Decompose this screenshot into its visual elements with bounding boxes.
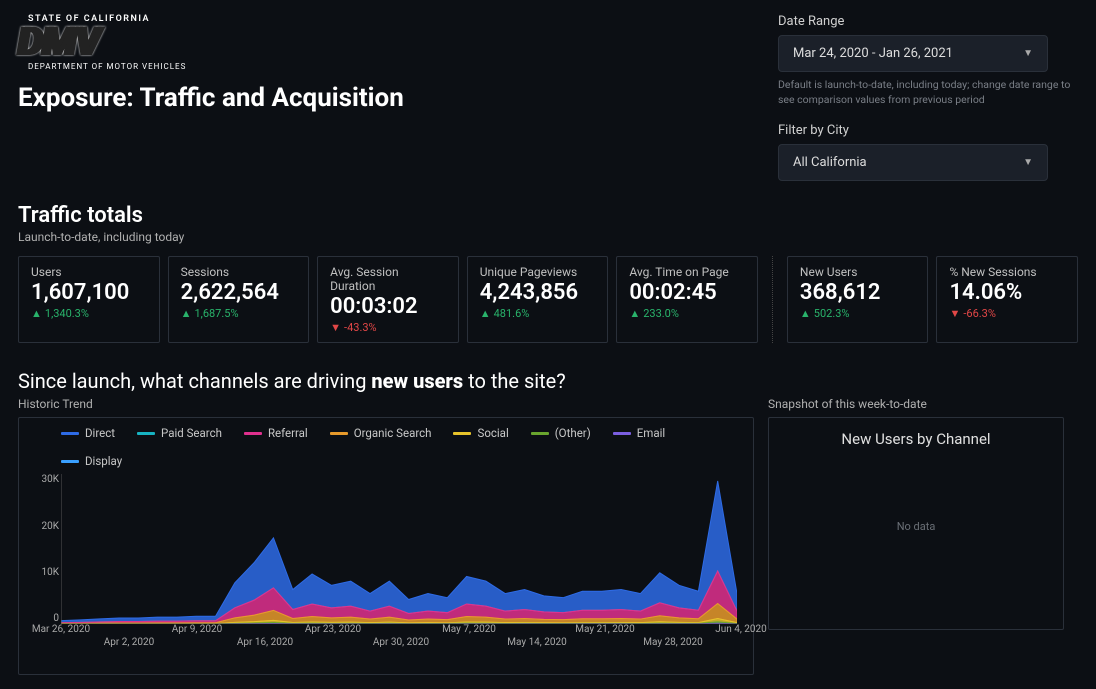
kpi-card: Users 1,607,100 ▲1,340.3%: [18, 256, 160, 343]
legend-swatch: [244, 432, 262, 435]
legend-item[interactable]: (Other): [531, 426, 591, 440]
legend-label: Referral: [268, 426, 308, 440]
snapshot-no-data: No data: [781, 448, 1051, 605]
legend-label: Email: [637, 426, 665, 440]
date-range-value: Mar 24, 2020 - Jan 26, 2021: [793, 46, 953, 61]
arrow-up-icon: ▲: [480, 307, 491, 320]
kpi-separator: [772, 256, 773, 343]
kpi-row: Users 1,607,100 ▲1,340.3% Sessions 2,622…: [18, 256, 1078, 343]
kpi-delta: ▲1,340.3%: [31, 307, 147, 320]
kpi-label: Users: [31, 265, 147, 279]
caret-down-icon: ▼: [1023, 48, 1033, 59]
kpi-label: Sessions: [181, 265, 297, 279]
traffic-totals-sub: Launch-to-date, including today: [18, 230, 1078, 244]
snapshot-panel: New Users by Channel No data: [768, 417, 1064, 630]
kpi-label: % New Sessions: [949, 265, 1065, 279]
kpi-card: % New Sessions 14.06% ▼-66.3%: [936, 256, 1078, 343]
legend-swatch: [61, 460, 79, 463]
page-title: Exposure: Traffic and Acquisition: [18, 83, 404, 113]
legend-item[interactable]: Referral: [244, 426, 308, 440]
filter-city-label: Filter by City: [778, 123, 1078, 138]
arrow-up-icon: ▲: [31, 307, 42, 320]
kpi-card: Sessions 2,622,564 ▲1,687.5%: [168, 256, 310, 343]
kpi-card: Unique Pageviews 4,243,856 ▲481.6%: [467, 256, 609, 343]
snapshot-title: New Users by Channel: [781, 430, 1051, 448]
legend-swatch: [531, 432, 549, 435]
filter-city-select[interactable]: All California ▼: [778, 144, 1048, 181]
legend-swatch: [613, 432, 631, 435]
kpi-label: Avg. Session Duration: [330, 265, 446, 293]
kpi-delta: ▲1,687.5%: [181, 307, 297, 320]
date-range-select[interactable]: Mar 24, 2020 - Jan 26, 2021 ▼: [778, 35, 1048, 72]
legend-label: (Other): [555, 426, 591, 440]
kpi-delta: ▲502.3%: [800, 307, 916, 320]
kpi-card: Avg. Time on Page 00:02:45 ▲233.0%: [616, 256, 758, 343]
logo: STATE OF CALIFORNIA DMV DEPARTMENT OF MO…: [18, 14, 404, 71]
arrow-down-icon: ▼: [949, 307, 960, 320]
caret-down-icon: ▼: [1023, 157, 1033, 168]
snapshot-label: Snapshot of this week-to-date: [768, 397, 1078, 411]
kpi-card: New Users 368,612 ▲502.3%: [787, 256, 929, 343]
kpi-card: Avg. Session Duration 00:03:02 ▼-43.3%: [317, 256, 459, 343]
kpi-value: 368,612: [800, 280, 916, 305]
kpi-delta: ▼-43.3%: [330, 321, 446, 334]
kpi-delta: ▲233.0%: [629, 307, 745, 320]
kpi-label: Avg. Time on Page: [629, 265, 745, 279]
legend-label: Paid Search: [161, 426, 222, 440]
date-range-hint: Default is launch-to-date, including tod…: [778, 78, 1078, 107]
legend-swatch: [137, 432, 155, 435]
legend-label: Direct: [85, 426, 115, 440]
kpi-value: 14.06%: [949, 280, 1065, 305]
kpi-label: New Users: [800, 265, 916, 279]
legend-label: Organic Search: [354, 426, 432, 440]
kpi-value: 1,607,100: [31, 280, 147, 305]
legend-swatch: [61, 432, 79, 435]
legend-item[interactable]: Direct: [61, 426, 115, 440]
date-range-label: Date Range: [778, 14, 1078, 29]
logo-main: DMV: [18, 24, 100, 60]
arrow-up-icon: ▲: [629, 307, 640, 320]
legend-item[interactable]: Email: [613, 426, 665, 440]
kpi-value: 4,243,856: [480, 280, 596, 305]
arrow-down-icon: ▼: [330, 321, 341, 334]
legend-item[interactable]: Organic Search: [330, 426, 432, 440]
kpi-value: 2,622,564: [181, 280, 297, 305]
kpi-value: 00:02:45: [629, 280, 745, 305]
legend-item[interactable]: Display: [61, 454, 122, 468]
kpi-label: Unique Pageviews: [480, 265, 596, 279]
legend-label: Social: [477, 426, 508, 440]
legend-item[interactable]: Social: [453, 426, 508, 440]
historic-trend-label: Historic Trend: [18, 397, 754, 411]
legend-swatch: [330, 432, 348, 435]
legend-item[interactable]: Paid Search: [137, 426, 222, 440]
traffic-totals-title: Traffic totals: [18, 203, 1078, 228]
filter-city-value: All California: [793, 155, 867, 170]
kpi-delta: ▲481.6%: [480, 307, 596, 320]
arrow-up-icon: ▲: [181, 307, 192, 320]
legend-label: Display: [85, 454, 122, 468]
kpi-value: 00:03:02: [330, 294, 446, 319]
kpi-delta: ▼-66.3%: [949, 307, 1065, 320]
historic-trend-chart: Direct Paid Search Referral Organic Search S…: [18, 417, 754, 675]
channels-title: Since launch, what channels are driving …: [18, 369, 1078, 393]
legend-swatch: [453, 432, 471, 435]
arrow-up-icon: ▲: [800, 307, 811, 320]
